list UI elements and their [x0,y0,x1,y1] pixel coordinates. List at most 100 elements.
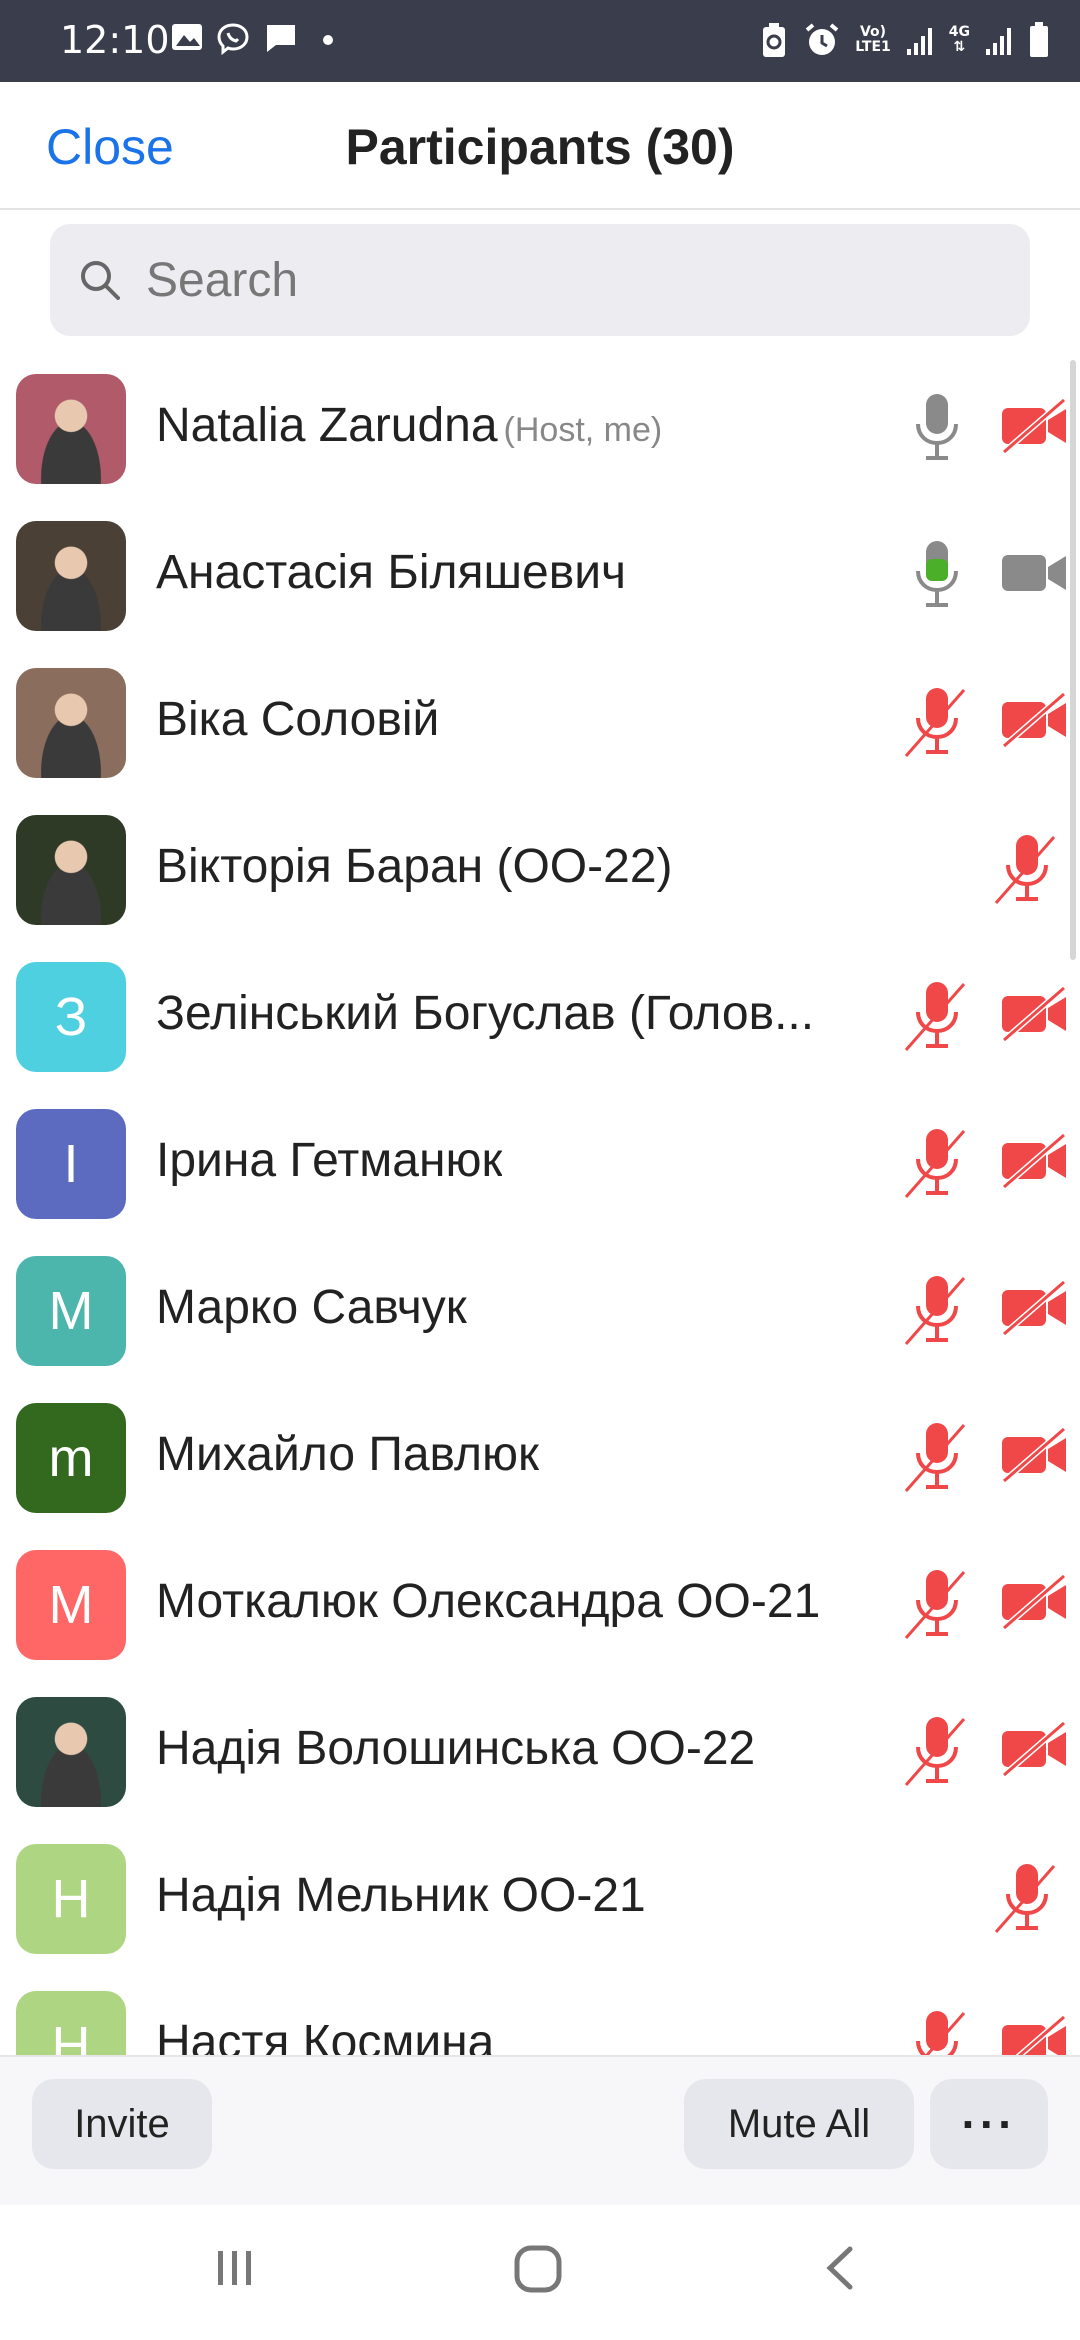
signal-icon-2 [986,28,1011,55]
participant-row[interactable]: m Михайло Павлюк [0,1389,1080,1536]
participant-row[interactable]: Н Настя Космина [0,1977,1080,2055]
bottom-toolbar: Invite Mute All ··· [0,2055,1080,2205]
avatar-initial: М [48,1281,94,1341]
video-off-icon[interactable] [1000,984,1070,1044]
mic-icon[interactable] [902,388,972,468]
participant-name-text: Надія Волошинська ОО-22 [156,1722,756,1775]
video-off-icon[interactable] [1000,1425,1070,1485]
more-button[interactable]: ··· [930,2079,1048,2169]
network-label: Vo) LTE1 [855,24,891,55]
mic-muted-icon[interactable] [902,1417,972,1497]
video-off-icon[interactable] [1000,690,1070,750]
mic-muted-icon[interactable] [902,1711,972,1791]
avatar-initial: Н [51,2016,91,2055]
participant-name: Надія Мельник ОО-21 [156,1868,646,1923]
search-bar[interactable] [50,224,1030,336]
mic-muted-icon[interactable] [902,1123,972,1203]
participant-name-text: Ірина Гетманюк [156,1134,503,1187]
status-bar: 12:10 Vo) LTE1 4G ⇅ [0,0,1080,82]
data-type-label: 4G ⇅ [948,24,970,55]
participant-row[interactable]: І Ірина Гетманюк [0,1095,1080,1242]
battery-icon [1030,22,1048,57]
participant-row[interactable]: Віка Соловій [0,654,1080,801]
avatar-initial: Н [51,1869,91,1929]
avatar: І [16,1109,126,1219]
participant-name-text: Віка Соловій [156,693,440,746]
mic-muted-icon[interactable] [902,976,972,1056]
participant-name-text: Зелінський Богуслав (Голов... [156,987,815,1040]
video-off-icon[interactable] [1000,1719,1070,1779]
video-icon[interactable] [1000,543,1070,603]
mic-muted-icon[interactable] [992,829,1062,909]
status-time: 12:10 [60,18,170,62]
avatar [16,374,126,484]
page-title: Participants (30) [345,119,735,175]
participant-row[interactable]: Анастасія Біляшевич [0,507,1080,654]
participant-role: (Host, me) [503,411,663,449]
home-icon[interactable] [512,2243,566,2297]
avatar-initial: m [48,1428,94,1488]
participant-row[interactable]: Natalia Zarudna (Host, me) [0,360,1080,507]
participant-name-text: Natalia Zarudna [156,399,498,452]
video-off-icon[interactable] [1000,2013,1070,2055]
mic-muted-icon[interactable] [902,1564,972,1644]
avatar: Н [16,1991,126,2055]
participant-name: Віка Соловій [156,692,439,747]
avatar [16,668,126,778]
participant-name: Вікторія Баран (ОО-22) [156,839,673,894]
alarm-icon [806,23,839,55]
participant-name-text: Анастасія Біляшевич [156,546,627,599]
mic-muted-icon[interactable] [902,2005,972,2055]
video-off-icon[interactable] [1000,1572,1070,1632]
participant-name: Natalia Zarudna (Host, me) [156,398,662,453]
participant-name: Марко Савчук [156,1280,467,1335]
mic-icon[interactable] [902,535,972,615]
avatar [16,815,126,925]
signal-icon [906,28,932,55]
participant-name: Моткалюк Олександра ОО-21 [156,1574,820,1629]
participant-name: Зелінський Богуслав (Голов... [156,986,814,1041]
search-input[interactable] [146,252,946,308]
avatar: З [16,962,126,1072]
mic-muted-icon[interactable] [902,1270,972,1350]
scrollbar[interactable] [1070,360,1076,960]
avatar: М [16,1256,126,1366]
video-off-icon[interactable] [1000,1278,1070,1338]
participant-name: Анастасія Біляшевич [156,545,626,600]
participant-row[interactable]: Надія Волошинська ОО-22 [0,1683,1080,1830]
participant-name-text: Настя Космина [156,2016,495,2055]
search-icon [81,261,120,300]
participants-header: Close Participants (30) [0,82,1080,210]
avatar: М [16,1550,126,1660]
recents-icon[interactable] [210,2243,260,2293]
participant-name-text: Марко Савчук [156,1281,467,1334]
participant-row[interactable]: Н Надія Мельник ОО-21 [0,1830,1080,1977]
back-icon[interactable] [820,2243,860,2293]
battery-saver-icon [763,23,786,57]
mic-muted-icon[interactable] [902,682,972,762]
avatar: m [16,1403,126,1513]
participant-row[interactable]: М Марко Савчук [0,1242,1080,1389]
avatar [16,1697,126,1807]
avatar-initial: І [63,1134,79,1194]
participant-row[interactable]: З Зелінський Богуслав (Голов... [0,948,1080,1095]
mic-muted-icon[interactable] [992,1858,1062,1938]
participant-list[interactable]: Natalia Zarudna (Host, me) Анастасія Біляш… [0,360,1080,2055]
avatar [16,521,126,631]
avatar: Н [16,1844,126,1954]
participant-name: Настя Космина [156,2015,494,2055]
avatar-initial: М [48,1575,94,1635]
dot-icon [323,35,333,45]
participant-name-text: Моткалюк Олександра ОО-21 [156,1575,821,1628]
participant-name-text: Вікторія Баран (ОО-22) [156,840,673,893]
image-icon [172,24,202,50]
video-off-icon[interactable] [1000,1131,1070,1191]
participant-row[interactable]: Вікторія Баран (ОО-22) [0,801,1080,948]
navigation-bar [0,2205,1080,2340]
invite-button[interactable]: Invite [32,2079,212,2169]
mute-all-button[interactable]: Mute All [684,2079,914,2169]
participant-name-text: Надія Мельник ОО-21 [156,1869,646,1922]
viber-icon [217,23,249,56]
video-off-icon[interactable] [1000,396,1070,456]
participant-row[interactable]: М Моткалюк Олександра ОО-21 [0,1536,1080,1683]
